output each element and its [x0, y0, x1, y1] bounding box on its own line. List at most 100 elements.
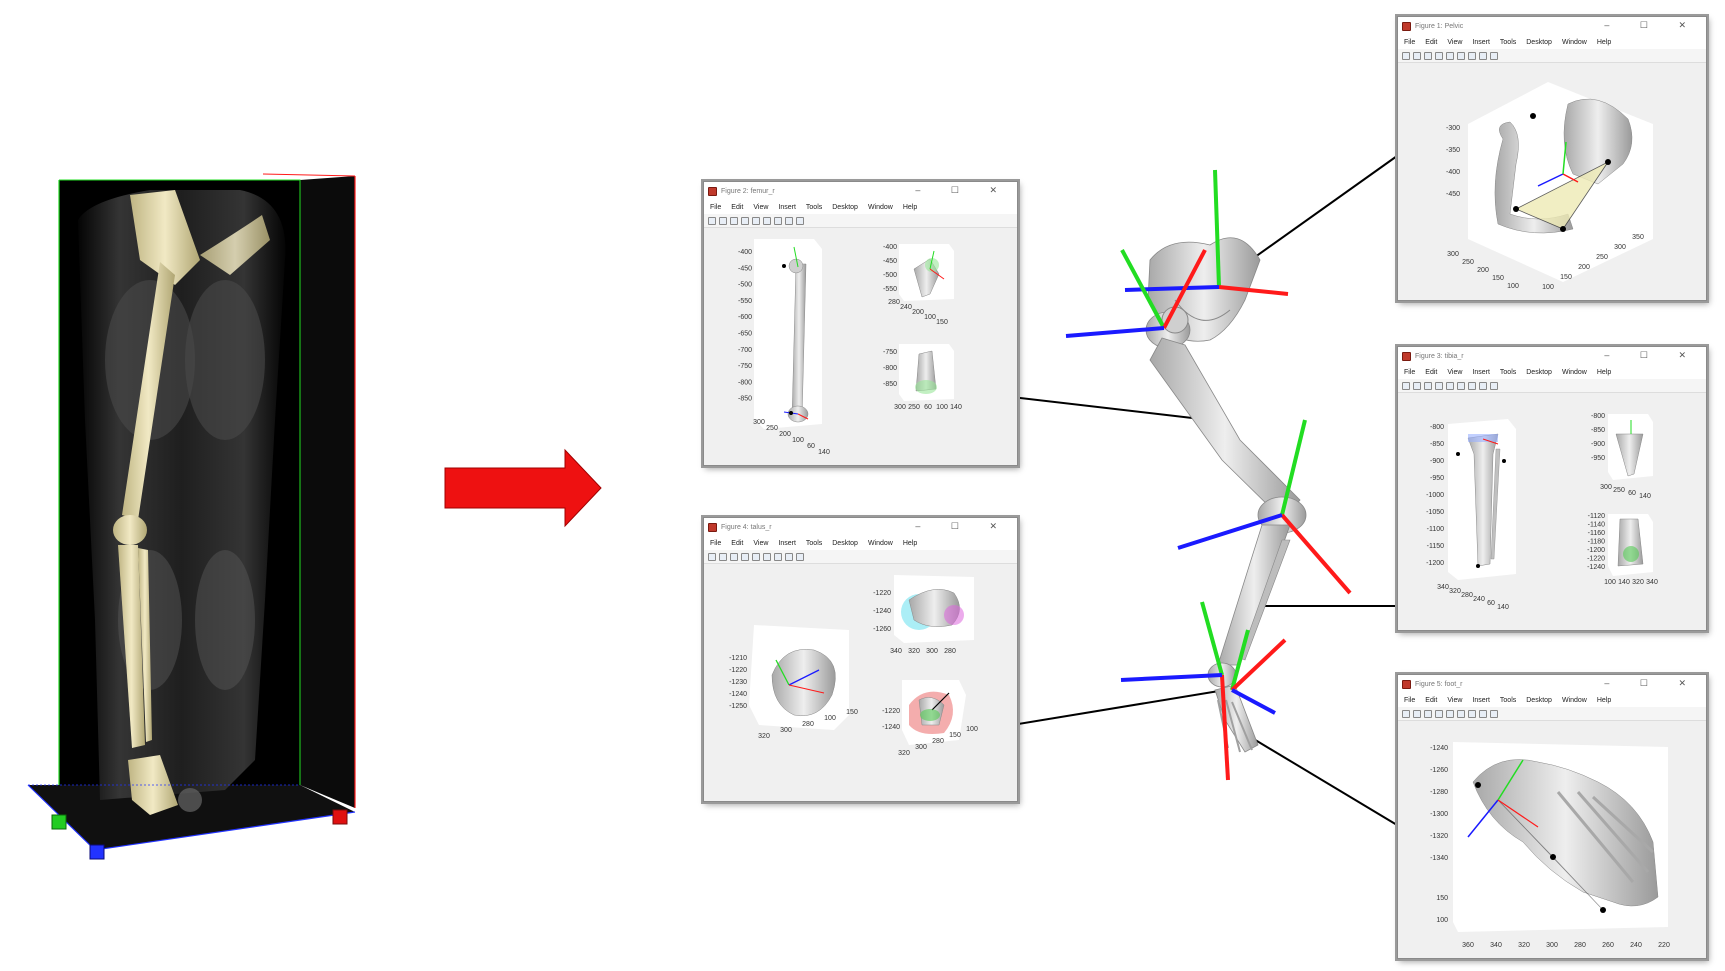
pointer-icon[interactable] [1479, 51, 1487, 60]
save-icon[interactable] [1424, 381, 1432, 390]
menu-insert[interactable]: Insert [1472, 369, 1490, 376]
layout-icon[interactable] [1490, 381, 1498, 390]
menu-file[interactable]: File [1404, 697, 1415, 704]
legend-icon[interactable] [1468, 51, 1476, 60]
menu-file[interactable]: File [710, 540, 721, 547]
figure-tibia-window[interactable]: Figure 3: tibia_r – ☐ ✕ File Edit View I… [1397, 346, 1707, 631]
menu-tools[interactable]: Tools [806, 204, 822, 211]
new-figure-icon[interactable] [1402, 381, 1410, 390]
figure-titlebar[interactable]: Figure 1: Pelvic – ☐ ✕ [1398, 17, 1706, 35]
menu-edit[interactable]: Edit [731, 540, 743, 547]
menu-edit[interactable]: Edit [1425, 39, 1437, 46]
menu-window[interactable]: Window [1562, 369, 1587, 376]
pointer-icon[interactable] [785, 552, 793, 561]
menu-tools[interactable]: Tools [1500, 369, 1516, 376]
print-icon[interactable] [1435, 709, 1443, 718]
layout-icon[interactable] [796, 216, 804, 225]
legend-icon[interactable] [774, 216, 782, 225]
new-figure-icon[interactable] [708, 552, 716, 561]
menu-window[interactable]: Window [868, 540, 893, 547]
window-controls[interactable]: – ☐ ✕ [1604, 350, 1700, 361]
new-figure-icon[interactable] [708, 216, 716, 225]
colorbar-icon[interactable] [1457, 51, 1465, 60]
menu-insert[interactable]: Insert [1472, 39, 1490, 46]
menu-help[interactable]: Help [903, 204, 917, 211]
legend-icon[interactable] [774, 552, 782, 561]
window-controls[interactable]: – ☐ ✕ [1604, 20, 1700, 31]
figure-foot-window[interactable]: Figure 5: foot_r – ☐ ✕ File Edit View In… [1397, 674, 1707, 959]
layout-icon[interactable] [1490, 709, 1498, 718]
legend-icon[interactable] [1468, 381, 1476, 390]
pointer-icon[interactable] [1479, 381, 1487, 390]
print-icon[interactable] [1435, 381, 1443, 390]
menu-edit[interactable]: Edit [1425, 697, 1437, 704]
colorbar-icon[interactable] [1457, 709, 1465, 718]
menu-view[interactable]: View [1447, 39, 1462, 46]
menu-view[interactable]: View [753, 204, 768, 211]
menu-desktop[interactable]: Desktop [1526, 697, 1552, 704]
menu-tools[interactable]: Tools [806, 540, 822, 547]
save-icon[interactable] [1424, 51, 1432, 60]
menu-desktop[interactable]: Desktop [1526, 39, 1552, 46]
menu-tools[interactable]: Tools [1500, 39, 1516, 46]
zoom-icon[interactable] [1446, 709, 1454, 718]
menu-edit[interactable]: Edit [731, 204, 743, 211]
new-figure-icon[interactable] [1402, 709, 1410, 718]
figure-titlebar[interactable]: Figure 2: femur_r – ☐ ✕ [704, 182, 1017, 200]
menu-view[interactable]: View [1447, 369, 1462, 376]
open-file-icon[interactable] [1413, 709, 1421, 718]
menu-view[interactable]: View [753, 540, 768, 547]
menu-help[interactable]: Help [1597, 39, 1611, 46]
figure-talus-window[interactable]: Figure 4: talus_r – ☐ ✕ File Edit View I… [703, 517, 1018, 802]
menu-insert[interactable]: Insert [778, 540, 796, 547]
layout-icon[interactable] [796, 552, 804, 561]
open-file-icon[interactable] [1413, 381, 1421, 390]
new-figure-icon[interactable] [1402, 51, 1410, 60]
figure-titlebar[interactable]: Figure 5: foot_r – ☐ ✕ [1398, 675, 1706, 693]
menu-insert[interactable]: Insert [1472, 697, 1490, 704]
menu-view[interactable]: View [1447, 697, 1462, 704]
figure-titlebar[interactable]: Figure 3: tibia_r – ☐ ✕ [1398, 347, 1706, 365]
figure-femur-window[interactable]: Figure 2: femur_r – ☐ ✕ File Edit View I… [703, 181, 1018, 466]
menu-desktop[interactable]: Desktop [832, 540, 858, 547]
menu-file[interactable]: File [1404, 369, 1415, 376]
zoom-icon[interactable] [1446, 51, 1454, 60]
menu-insert[interactable]: Insert [778, 204, 796, 211]
menu-window[interactable]: Window [868, 204, 893, 211]
print-icon[interactable] [741, 216, 749, 225]
pointer-icon[interactable] [785, 216, 793, 225]
print-icon[interactable] [1435, 51, 1443, 60]
zoom-icon[interactable] [1446, 381, 1454, 390]
menu-desktop[interactable]: Desktop [1526, 369, 1552, 376]
menu-window[interactable]: Window [1562, 39, 1587, 46]
menu-help[interactable]: Help [1597, 697, 1611, 704]
menu-file[interactable]: File [710, 204, 721, 211]
window-controls[interactable]: – ☐ ✕ [1604, 678, 1700, 689]
print-icon[interactable] [741, 552, 749, 561]
colorbar-icon[interactable] [763, 216, 771, 225]
figure-pelvic-window[interactable]: Figure 1: Pelvic – ☐ ✕ File Edit View In… [1397, 16, 1707, 301]
zoom-icon[interactable] [752, 216, 760, 225]
menu-file[interactable]: File [1404, 39, 1415, 46]
save-icon[interactable] [730, 216, 738, 225]
window-controls[interactable]: – ☐ ✕ [915, 521, 1011, 532]
open-file-icon[interactable] [719, 216, 727, 225]
legend-icon[interactable] [1468, 709, 1476, 718]
open-file-icon[interactable] [719, 552, 727, 561]
menu-help[interactable]: Help [903, 540, 917, 547]
figure-titlebar[interactable]: Figure 4: talus_r – ☐ ✕ [704, 518, 1017, 536]
open-file-icon[interactable] [1413, 51, 1421, 60]
save-icon[interactable] [1424, 709, 1432, 718]
menu-help[interactable]: Help [1597, 369, 1611, 376]
menu-tools[interactable]: Tools [1500, 697, 1516, 704]
window-controls[interactable]: – ☐ ✕ [915, 185, 1011, 196]
menu-edit[interactable]: Edit [1425, 369, 1437, 376]
layout-icon[interactable] [1490, 51, 1498, 60]
colorbar-icon[interactable] [763, 552, 771, 561]
pointer-icon[interactable] [1479, 709, 1487, 718]
save-icon[interactable] [730, 552, 738, 561]
colorbar-icon[interactable] [1457, 381, 1465, 390]
menu-window[interactable]: Window [1562, 697, 1587, 704]
menu-desktop[interactable]: Desktop [832, 204, 858, 211]
zoom-icon[interactable] [752, 552, 760, 561]
